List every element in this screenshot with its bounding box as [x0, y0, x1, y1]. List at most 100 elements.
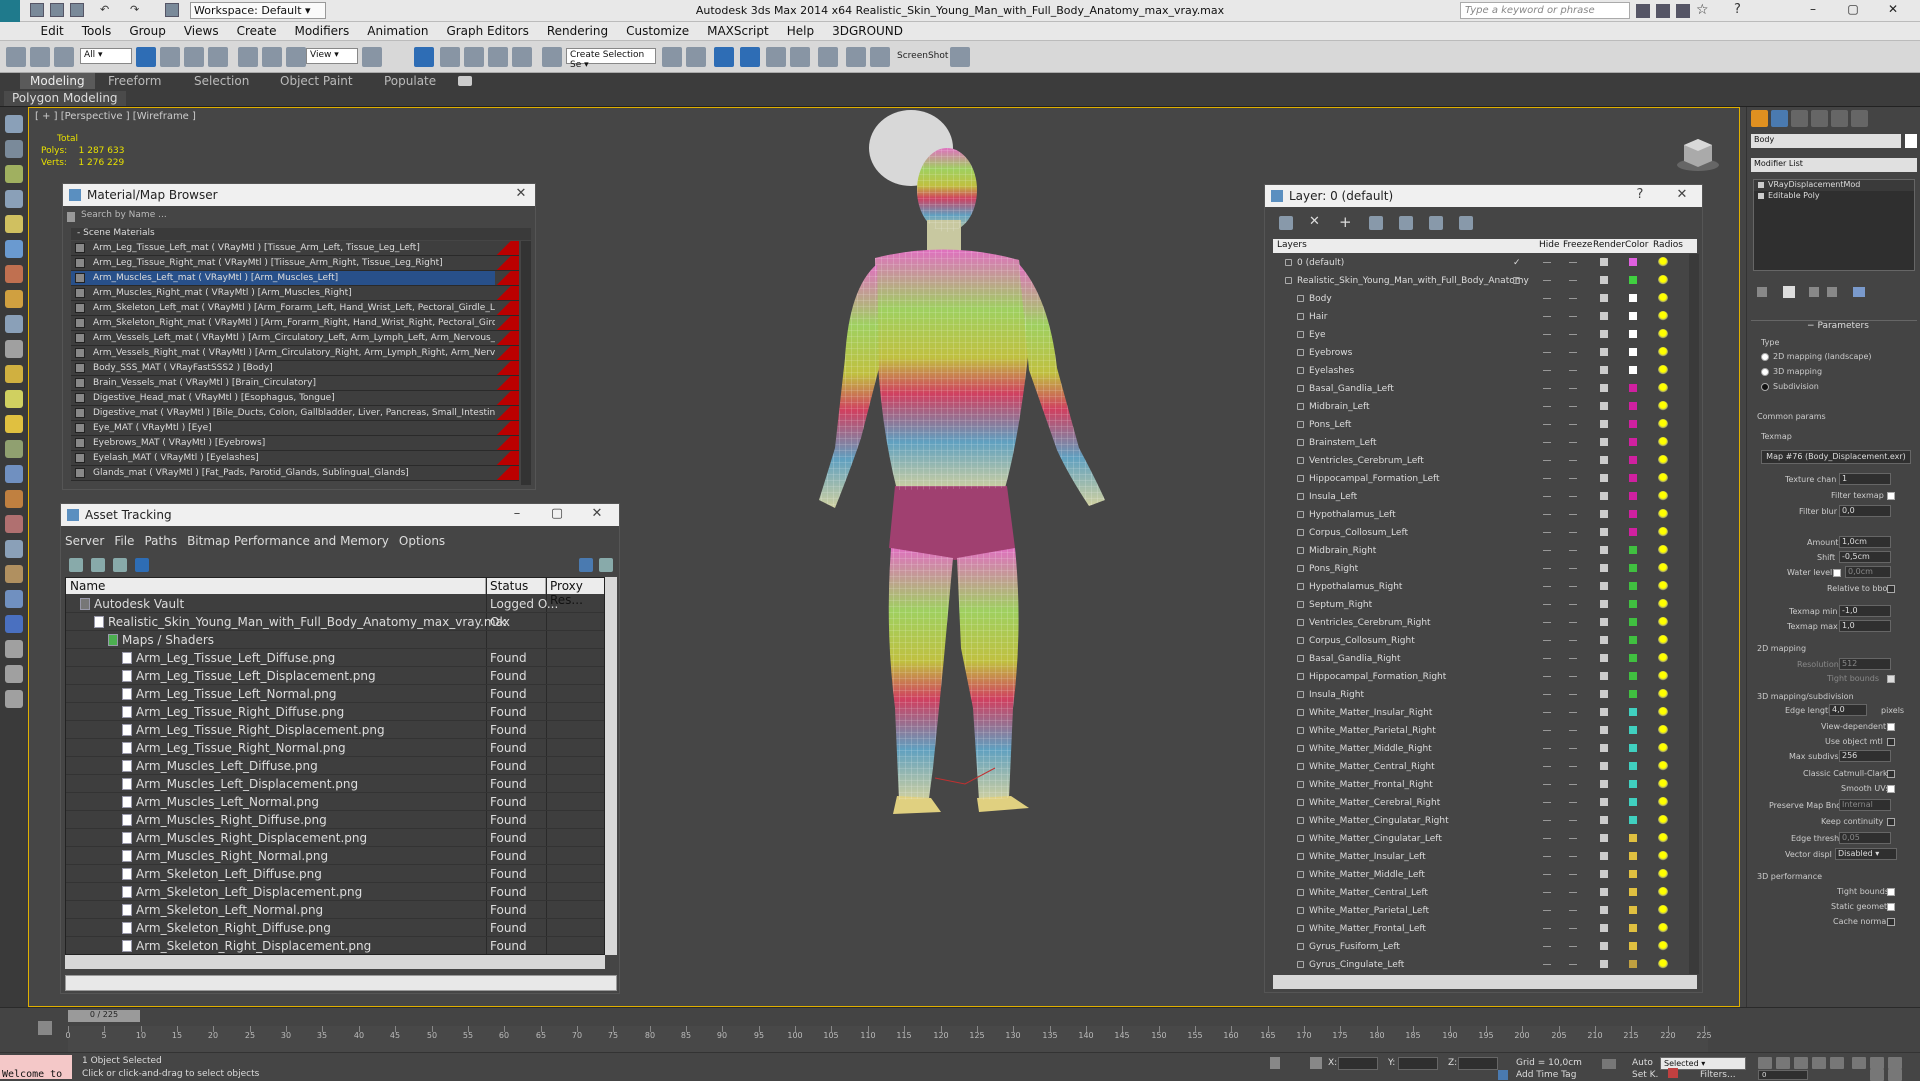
layer-color-swatch[interactable]	[1629, 618, 1637, 626]
radiosity-icon[interactable]	[1658, 581, 1668, 591]
edit-named-selection-icon[interactable]	[542, 47, 562, 67]
amount-spinner[interactable]: 1,0cm	[1839, 536, 1891, 548]
layer-toggle[interactable]	[1543, 676, 1551, 677]
layer-color-swatch[interactable]	[1629, 960, 1637, 968]
menu-item-views[interactable]: Views	[175, 22, 228, 38]
layer-color-swatch[interactable]	[1629, 258, 1637, 266]
layer-toggle[interactable]	[1543, 874, 1551, 875]
asset-row[interactable]: Arm_Leg_Tissue_Right_Normal.png Found	[66, 739, 604, 757]
layer-toggle[interactable]	[1543, 568, 1551, 569]
modifier-bulb-icon[interactable]	[1758, 182, 1764, 188]
delete-layer-icon[interactable]: ✕	[1309, 215, 1323, 230]
render-teapot-icon[interactable]	[1600, 294, 1608, 302]
orbit-icon[interactable]	[1888, 1069, 1902, 1081]
layer-toggle[interactable]	[1569, 352, 1577, 353]
menu-item-help[interactable]: Help	[778, 22, 823, 38]
radiosity-icon[interactable]	[1658, 275, 1668, 285]
absolute-mode-icon[interactable]	[1310, 1057, 1322, 1069]
render-teapot-icon[interactable]	[1600, 618, 1608, 626]
left-tool-8-icon[interactable]	[5, 290, 23, 308]
asset-row[interactable]: Arm_Muscles_Left_Diffuse.png Found	[66, 757, 604, 775]
left-tool-11-icon[interactable]	[5, 365, 23, 383]
layer-list-scrollbar[interactable]	[1689, 254, 1699, 974]
type-radio[interactable]	[1761, 368, 1769, 376]
go-to-start-icon[interactable]	[1758, 1057, 1772, 1069]
layer-color-swatch[interactable]	[1629, 528, 1637, 536]
layer-item[interactable]: Hippocampal_Formation_Right	[1273, 668, 1689, 686]
select-by-name-icon[interactable]	[160, 47, 180, 67]
layer-toggle[interactable]	[1543, 748, 1551, 749]
layer-color-swatch[interactable]	[1629, 294, 1637, 302]
unlink-icon[interactable]	[30, 47, 50, 67]
render-teapot-icon[interactable]	[1600, 636, 1608, 644]
asset-menu-file[interactable]: File	[110, 534, 140, 548]
radiosity-icon[interactable]	[1658, 311, 1668, 321]
asset-row[interactable]: Arm_Muscles_Right_Displacement.png Found	[66, 829, 604, 847]
left-tool-4-icon[interactable]	[5, 190, 23, 208]
radiosity-icon[interactable]	[1658, 365, 1668, 375]
layer-item[interactable]: Eyelashes	[1273, 362, 1689, 380]
layer-toggle[interactable]	[1569, 388, 1577, 389]
layer-item[interactable]: Ventricles_Cerebrum_Left	[1273, 452, 1689, 470]
layer-color-swatch[interactable]	[1629, 870, 1637, 878]
layer-item[interactable]: White_Matter_Cingulatar_Left	[1273, 830, 1689, 848]
layer-toggle[interactable]	[1569, 946, 1577, 947]
layer-toggle[interactable]	[1569, 424, 1577, 425]
refresh-icon[interactable]	[69, 558, 83, 572]
layer-item[interactable]: Brainstem_Left	[1273, 434, 1689, 452]
radiosity-icon[interactable]	[1658, 455, 1668, 465]
layer-color-swatch[interactable]	[1629, 330, 1637, 338]
asset-menu-server[interactable]: Server	[61, 534, 110, 548]
layer-item[interactable]: Eye	[1273, 326, 1689, 344]
layer-color-swatch[interactable]	[1629, 474, 1637, 482]
layer-item[interactable]: Hypothalamus_Left	[1273, 506, 1689, 524]
radiosity-icon[interactable]	[1658, 653, 1668, 663]
auto-key-icon[interactable]	[1602, 1059, 1616, 1069]
left-tool-7-icon[interactable]	[5, 265, 23, 283]
asset-row[interactable]: Arm_Leg_Tissue_Left_Displacement.png Foun…	[66, 667, 604, 685]
move-icon[interactable]	[238, 47, 258, 67]
layer-toggle[interactable]	[1543, 928, 1551, 929]
layer-toggle[interactable]	[1569, 910, 1577, 911]
table-view-icon[interactable]	[135, 558, 149, 572]
layer-color-swatch[interactable]	[1629, 636, 1637, 644]
layer-toggle[interactable]	[1569, 964, 1577, 965]
material-item[interactable]: Eyebrows_MAT ( VRayMtl ) [Eyebrows]	[71, 436, 519, 451]
rendered-frame-icon[interactable]	[870, 47, 890, 67]
layer-item[interactable]: White_Matter_Cingulatar_Right	[1273, 812, 1689, 830]
layer-toggle[interactable]	[1569, 658, 1577, 659]
asset-column-status[interactable]: Status	[486, 578, 546, 594]
layer-toggle[interactable]	[1569, 280, 1577, 281]
static-geometry-checkbox[interactable]	[1887, 903, 1895, 911]
minimize-button[interactable]: –	[1800, 2, 1826, 19]
radiosity-icon[interactable]	[1658, 851, 1668, 861]
menu-item-customize[interactable]: Customize	[617, 22, 698, 38]
menu-item-group[interactable]: Group	[120, 22, 175, 38]
radiosity-icon[interactable]	[1658, 779, 1668, 789]
layer-color-swatch[interactable]	[1629, 456, 1637, 464]
left-tool-10-icon[interactable]	[5, 340, 23, 358]
window-crossing-icon[interactable]	[208, 47, 228, 67]
ribbon-tab-selection[interactable]: Selection	[184, 73, 259, 89]
ribbon-options-icon[interactable]	[458, 76, 472, 86]
time-slider[interactable]: 0 / 225	[68, 1010, 140, 1022]
tree-view-icon[interactable]	[113, 558, 127, 572]
render-teapot-icon[interactable]	[1600, 906, 1608, 914]
layer-color-swatch[interactable]	[1629, 312, 1637, 320]
radiosity-icon[interactable]	[1658, 491, 1668, 501]
texture-chan-spinner[interactable]: 1	[1839, 473, 1891, 485]
radiosity-icon[interactable]	[1658, 437, 1668, 447]
layer-toggle[interactable]	[1569, 676, 1577, 677]
left-tool-6-icon[interactable]	[5, 240, 23, 258]
layer-color-swatch[interactable]	[1629, 564, 1637, 572]
display-tab-icon[interactable]	[1831, 110, 1848, 127]
material-item[interactable]: Arm_Vessels_Left_mat ( VRayMtl ) [Arm_Ci…	[71, 331, 519, 346]
material-item[interactable]: Arm_Leg_Tissue_Left_mat ( VRayMtl ) [Tis…	[71, 241, 519, 256]
set-key-icon[interactable]	[1668, 1068, 1678, 1078]
render-teapot-icon[interactable]	[1600, 798, 1608, 806]
graphite-toggle-icon[interactable]	[740, 47, 760, 67]
y-coordinate-field[interactable]	[1398, 1057, 1438, 1070]
object-name-field[interactable]: Body	[1751, 134, 1901, 148]
polygon-modeling-panel[interactable]: Polygon Modeling	[4, 91, 126, 106]
render-teapot-icon[interactable]	[1600, 582, 1608, 590]
